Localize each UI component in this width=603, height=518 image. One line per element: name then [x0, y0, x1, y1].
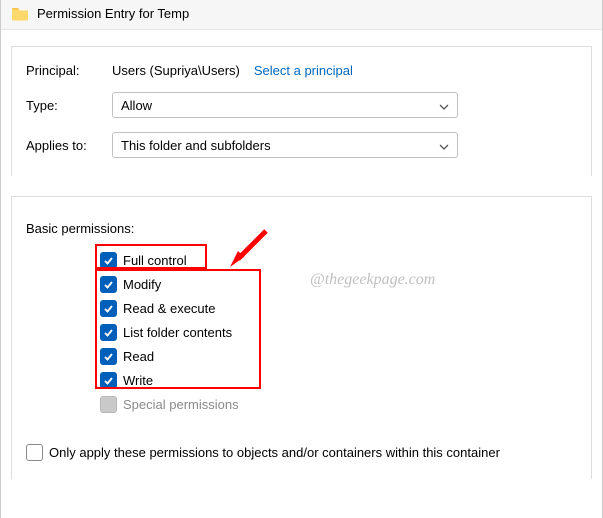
permission-item-full-control: Full control — [100, 248, 239, 272]
checkbox-only-apply[interactable] — [26, 444, 43, 461]
checkbox-modify[interactable] — [100, 276, 117, 293]
select-principal-link[interactable]: Select a principal — [254, 63, 353, 78]
applies-to-selected: This folder and subfolders — [121, 138, 271, 153]
basic-permissions-panel: Basic permissions: @thegeekpage.com Full… — [11, 196, 592, 479]
titlebar: Permission Entry for Temp — [1, 0, 602, 30]
chevron-down-icon — [439, 140, 449, 150]
permission-item-write: Write — [100, 368, 239, 392]
permission-item-modify: Modify — [100, 272, 239, 296]
permission-label: Read & execute — [123, 301, 216, 316]
permission-label: Modify — [123, 277, 161, 292]
applies-to-select[interactable]: This folder and subfolders — [112, 132, 458, 158]
basic-permissions-title: Basic permissions: — [26, 221, 577, 236]
permission-entry-window: Permission Entry for Temp Principal: Use… — [0, 0, 603, 518]
checkbox-read[interactable] — [100, 348, 117, 365]
chevron-down-icon — [439, 100, 449, 110]
permission-label: Read — [123, 349, 154, 364]
permission-item-read: Read — [100, 344, 239, 368]
checkbox-list-folder[interactable] — [100, 324, 117, 341]
permissions-list: Full control Modify Read & execute List … — [100, 248, 239, 416]
only-apply-label: Only apply these permissions to objects … — [49, 445, 500, 460]
only-apply-row: Only apply these permissions to objects … — [26, 444, 577, 461]
checkbox-special — [100, 396, 117, 413]
permission-label: Special permissions — [123, 397, 239, 412]
permission-item-special: Special permissions — [100, 392, 239, 416]
permission-label: List folder contents — [123, 325, 232, 340]
principal-panel: Principal: Users (Supriya\Users) Select … — [11, 46, 592, 176]
folder-icon — [11, 6, 29, 21]
permission-label: Full control — [123, 253, 187, 268]
type-selected: Allow — [121, 98, 152, 113]
permission-item-read-execute: Read & execute — [100, 296, 239, 320]
checkbox-full-control[interactable] — [100, 252, 117, 269]
type-label: Type: — [26, 98, 112, 113]
type-select[interactable]: Allow — [112, 92, 458, 118]
applies-to-label: Applies to: — [26, 138, 112, 153]
permission-label: Write — [123, 373, 153, 388]
checkbox-read-execute[interactable] — [100, 300, 117, 317]
permission-item-list-folder: List folder contents — [100, 320, 239, 344]
checkbox-write[interactable] — [100, 372, 117, 389]
principal-label: Principal: — [26, 63, 112, 78]
watermark: @thegeekpage.com — [310, 271, 435, 289]
window-title: Permission Entry for Temp — [37, 6, 189, 21]
principal-value: Users (Supriya\Users) — [112, 63, 240, 78]
